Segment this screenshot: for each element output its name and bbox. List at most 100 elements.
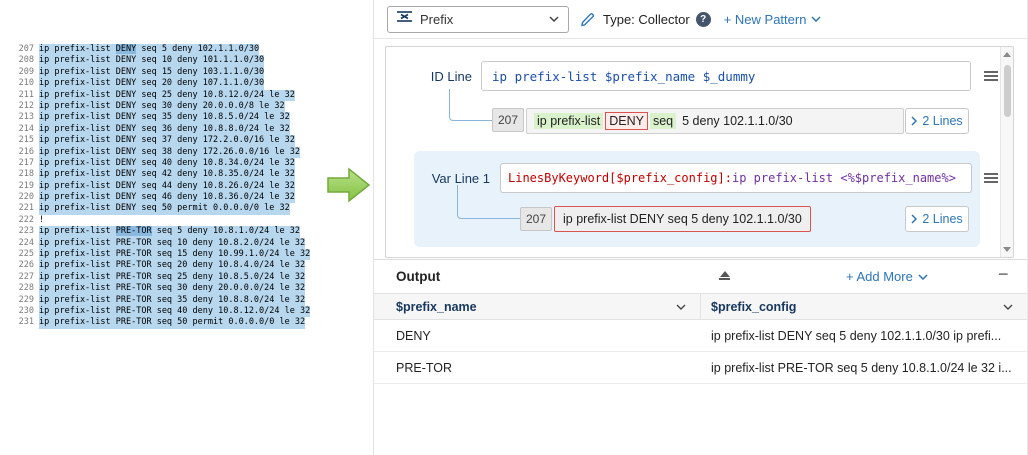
code-line: 222! [16, 215, 310, 226]
code-line: 223 ip prefix-list PRE-TOR seq 5 deny 10.… [16, 226, 310, 237]
line-number: 210 [16, 78, 34, 89]
chevron-down-icon[interactable] [1003, 304, 1013, 310]
line-number: 225 [16, 249, 34, 260]
id-line-input[interactable]: ip prefix-list $prefix_name $_dummy [481, 61, 971, 91]
pattern-icon [397, 10, 412, 28]
flow-arrow-icon [327, 166, 371, 204]
line-text: ip prefix-list DENY seq 30 deny 20.0.0.0… [39, 101, 285, 112]
add-more-button[interactable]: + Add More [846, 269, 928, 284]
code-line: 208ip prefix-list DENY seq 10 deny 101.1… [16, 55, 310, 66]
help-icon[interactable]: ? [696, 12, 711, 27]
line-text: ip prefix-list DENY seq 35 deny 10.8.5.0… [39, 112, 290, 123]
code-line: 210 ip prefix-list DENY seq 20 deny 107.1… [16, 78, 310, 89]
output-table-row[interactable]: PRE-TORip prefix-list PRE-TOR seq 5 deny… [374, 352, 1027, 384]
chevron-right-icon [911, 214, 917, 224]
output-title: Output [396, 269, 440, 284]
scroll-up-icon[interactable] [1003, 52, 1011, 57]
connector-line [449, 89, 492, 121]
line-number: 222 [16, 215, 34, 226]
line-text: ip prefix-list DENY seq 44 deny 10.8.26.… [39, 181, 295, 192]
code-line: 215 ip prefix-list DENY seq 37 deny 172.2… [16, 135, 310, 146]
line-number: 223 [16, 226, 34, 237]
menu-icon[interactable] [984, 171, 998, 185]
scrollbar[interactable] [1000, 47, 1013, 257]
connector-line [457, 185, 520, 219]
line-number: 224 [16, 238, 34, 249]
scroll-thumb[interactable] [1004, 65, 1011, 117]
expand-lines-button[interactable]: 2 Lines [905, 108, 969, 134]
var-expr-part-fn: [$prefix_config] [609, 171, 725, 185]
new-pattern-label: + New Pattern [724, 12, 807, 27]
line-number: 216 [16, 147, 34, 158]
line-number: 211 [16, 90, 34, 101]
code-line: 219ip prefix-list DENY seq 44 deny 10.8.… [16, 181, 310, 192]
code-line: 214ip prefix-list DENY seq 36 deny 10.8.… [16, 124, 310, 135]
line-text: ip prefix-list PRE-TOR seq 5 deny 10.8.1… [39, 226, 300, 237]
line-number: 218 [16, 169, 34, 180]
line-text: ip prefix-list PRE-TOR seq 20 deny 10.8.… [39, 260, 305, 271]
edit-pencil-icon[interactable] [580, 11, 596, 27]
line-text: ip prefix-list PRE-TOR seq 30 deny 20.0.… [39, 283, 305, 294]
code-line: 224ip prefix-list PRE-TOR seq 10 deny 10… [16, 238, 310, 249]
match-token-kw: seq [650, 113, 676, 129]
pattern-select[interactable]: Prefix [387, 6, 569, 33]
line-text: ip prefix-list DENY seq 42 deny 10.8.35.… [39, 169, 295, 180]
chevron-down-icon[interactable] [676, 304, 686, 310]
code-line: 225ip prefix-list PRE-TOR seq 15 deny 10… [16, 249, 310, 260]
line-number: 227 [16, 272, 34, 283]
output-table-cell: PRE-TOR [374, 352, 701, 383]
var-line-label: Var Line 1 [418, 171, 490, 186]
lines-count-label: 2 Lines [922, 212, 962, 226]
line-text: ip prefix-list DENY seq 50 permit 0.0.0.… [39, 203, 290, 214]
line-number: 226 [16, 260, 34, 271]
code-line: 218 ip prefix-list DENY seq 42 deny 10.8.… [16, 169, 310, 180]
code-line: 221 ip prefix-list DENY seq 50 permit 0.0… [16, 203, 310, 214]
column-label: $prefix_name [396, 300, 477, 314]
toolbar: Prefix Type: Collector ? + New Pattern [374, 0, 1027, 39]
menu-icon[interactable] [984, 69, 998, 83]
output-column-header[interactable]: $prefix_config [701, 294, 1027, 319]
line-number: 208 [16, 55, 34, 66]
collapse-panel-icon[interactable] [719, 271, 730, 280]
output-table-head: $prefix_name $prefix_config [374, 293, 1027, 320]
id-line-match: ip prefix-listDENYseq5 deny 102.1.1.0/30 [526, 108, 904, 134]
pattern-type-label: Type: Collector [603, 12, 690, 27]
code-line: 227 ip prefix-list PRE-TOR seq 25 deny 10… [16, 272, 310, 283]
chevron-down-icon [918, 274, 928, 280]
line-number: 220 [16, 192, 34, 203]
id-line-label: ID Line [414, 69, 472, 84]
output-header: Output + Add More − [374, 259, 1027, 293]
id-line-input-text: ip prefix-list $prefix_name $_dummy [492, 69, 755, 84]
line-text: ip prefix-list DENY seq 20 deny 107.1.1.… [39, 78, 264, 89]
output-table-row[interactable]: DENYip prefix-list DENY seq 5 deny 102.1… [374, 320, 1027, 352]
code-line: 209ip prefix-list DENY seq 15 deny 103.1… [16, 67, 310, 78]
line-text: ip prefix-list PRE-TOR seq 40 deny 10.8.… [39, 306, 310, 317]
line-text: ip prefix-list PRE-TOR seq 25 deny 10.8.… [39, 272, 305, 283]
line-number: 230 [16, 306, 34, 317]
line-number: 209 [16, 67, 34, 78]
line-text: ip prefix-list DENY seq 37 deny 172.2.0.… [39, 135, 295, 146]
line-text: ! [39, 215, 44, 226]
minimize-icon[interactable]: − [998, 264, 1009, 285]
output-table-cell: DENY [374, 320, 701, 351]
scroll-down-icon[interactable] [1003, 247, 1011, 252]
output-column-header[interactable]: $prefix_name [374, 294, 701, 319]
line-number: 231 [16, 317, 34, 328]
match-token-var: DENY [605, 112, 648, 130]
var-line-section: Var Line 1 LinesByKeyword[$prefix_config… [414, 151, 980, 247]
expand-lines-button[interactable]: 2 Lines [905, 206, 969, 232]
code-line: 207ip prefix-list DENY seq 5 deny 102.1.… [16, 44, 310, 55]
column-label: $prefix_config [711, 300, 796, 314]
line-text: ip prefix-list PRE-TOR seq 50 permit 0.0… [39, 317, 305, 328]
code-line: 212 ip prefix-list DENY seq 30 deny 20.0.… [16, 101, 310, 112]
add-more-label: + Add More [846, 269, 913, 284]
line-number: 212 [16, 101, 34, 112]
code-line: 216ip prefix-list DENY seq 38 deny 172.2… [16, 147, 310, 158]
output-table-cell: ip prefix-list DENY seq 5 deny 102.1.1.0… [701, 320, 1027, 351]
new-pattern-button[interactable]: + New Pattern [724, 12, 822, 27]
line-number: 215 [16, 135, 34, 146]
var-line-input[interactable]: LinesByKeyword[$prefix_config]:ip prefix… [500, 163, 972, 193]
code-line: 229ip prefix-list PRE-TOR seq 35 deny 10… [16, 295, 310, 306]
line-number: 221 [16, 203, 34, 214]
app-root: 207ip prefix-list DENY seq 5 deny 102.1.… [0, 0, 1028, 455]
